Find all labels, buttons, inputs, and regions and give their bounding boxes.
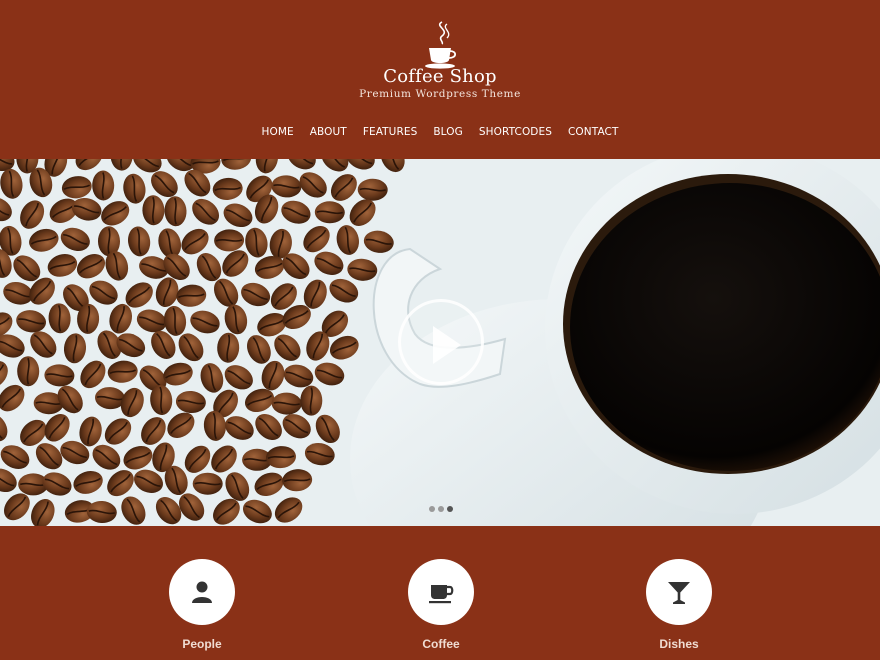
slider-dot-2[interactable] <box>438 506 444 512</box>
hero-slider <box>0 159 880 526</box>
nav-item-contact[interactable]: CONTACT <box>568 126 619 138</box>
feature-dishes-label: Dishes <box>659 637 699 651</box>
nav-item-shortcodes[interactable]: SHORTCODES <box>479 126 552 138</box>
feature-dishes: Dishes <box>619 559 739 651</box>
nav-item-about[interactable]: ABOUT <box>310 126 347 138</box>
feature-coffee-label: Coffee <box>422 637 460 651</box>
nav-item-home[interactable]: HOME <box>261 126 293 138</box>
site-tagline: Premium Wordpress Theme <box>359 88 521 100</box>
nav-item-features[interactable]: FEATURES <box>363 126 418 138</box>
person-icon <box>192 581 212 603</box>
feature-people: People <box>142 559 262 651</box>
features-section: People Coffee Dishes <box>0 526 880 660</box>
coffee-cup-icon <box>429 585 454 604</box>
site-title: Coffee Shop <box>383 66 497 87</box>
slider-pagination <box>429 506 456 512</box>
feature-people-badge[interactable] <box>169 559 235 625</box>
coffee-cup-icon <box>425 21 457 69</box>
site-logo[interactable]: Coffee Shop Premium Wordpress Theme <box>0 20 880 100</box>
main-navigation: HOME ABOUT FEATURES BLOG SHORTCODES CONT… <box>0 126 880 138</box>
play-icon <box>433 326 461 364</box>
slider-dot-1[interactable] <box>429 506 435 512</box>
feature-dishes-badge[interactable] <box>646 559 712 625</box>
slider-dot-3[interactable] <box>447 506 453 512</box>
feature-coffee: Coffee <box>381 559 501 651</box>
site-header: Coffee Shop Premium Wordpress Theme HOME… <box>0 0 880 159</box>
feature-people-label: People <box>182 637 222 651</box>
feature-coffee-badge[interactable] <box>408 559 474 625</box>
nav-item-blog[interactable]: BLOG <box>433 126 462 138</box>
play-button[interactable] <box>398 299 484 385</box>
cocktail-glass-icon <box>668 582 690 604</box>
